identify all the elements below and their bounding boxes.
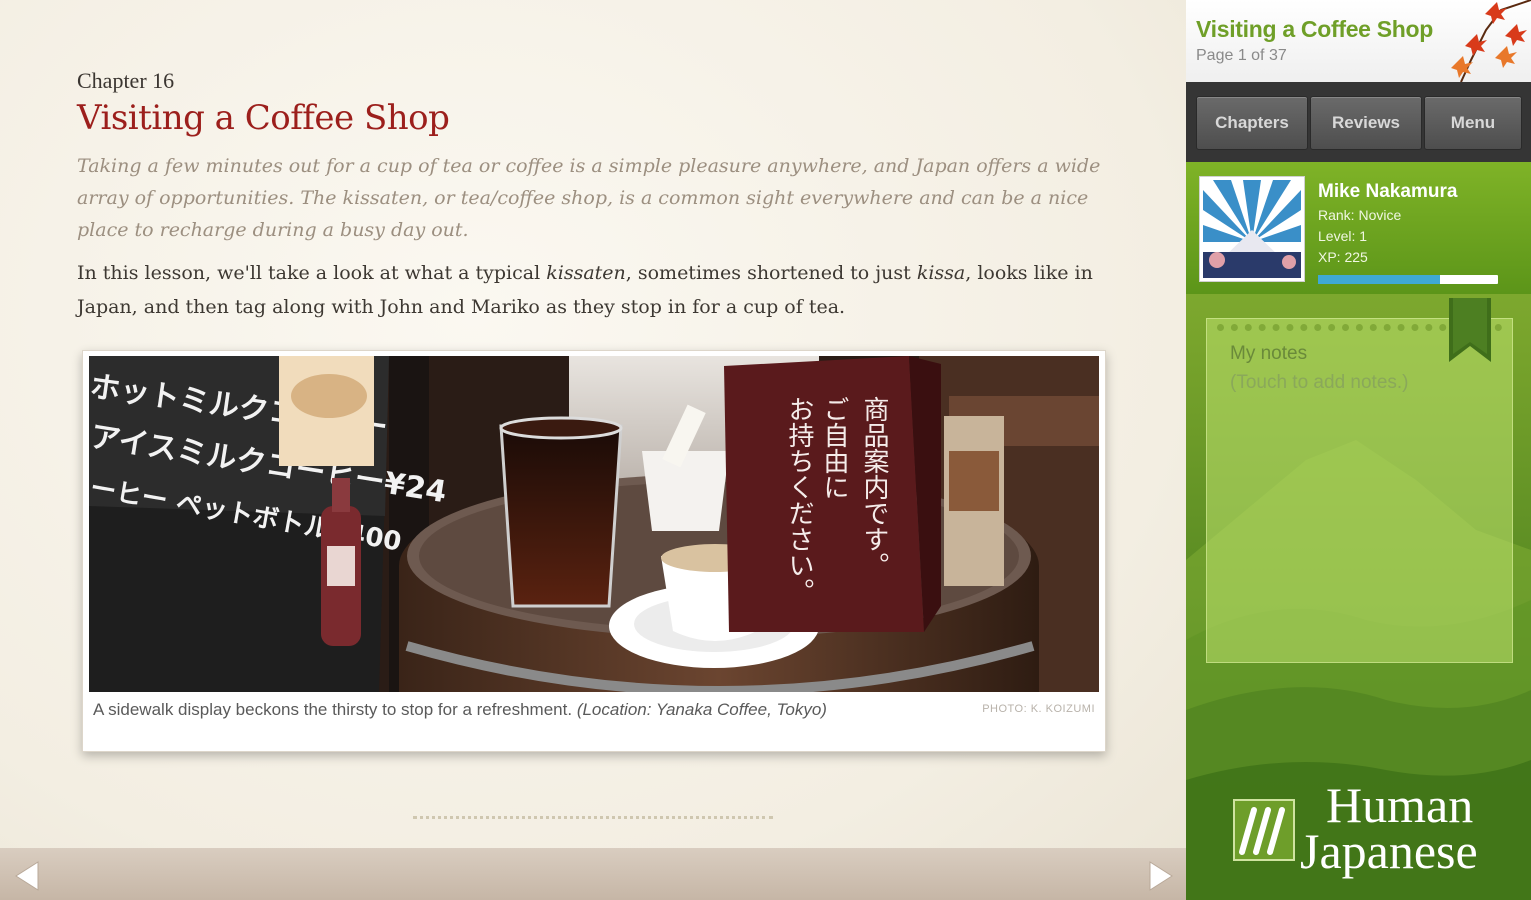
sidebar-header: Visiting a Coffee Shop Page 1 of 37 bbox=[1186, 0, 1531, 82]
coffee-shop-photo[interactable]: ホットミルクコーヒー アイスミルクコーヒー¥24 ーヒー ペットボトル¥400 bbox=[89, 356, 1099, 692]
triangle-right-icon bbox=[1149, 861, 1173, 891]
user-name: Mike Nakamura bbox=[1318, 181, 1458, 202]
lesson-content: Chapter 16 Visiting a Coffee Shop Taking… bbox=[77, 68, 1107, 324]
notes-title: My notes bbox=[1230, 343, 1308, 364]
user-rank: Rank: Novice bbox=[1318, 207, 1402, 223]
triangle-left-icon bbox=[15, 861, 39, 891]
photo-credit: PHOTO: K. KOIZUMI bbox=[982, 703, 1095, 715]
page-divider bbox=[413, 816, 773, 819]
bookmark-icon[interactable] bbox=[1449, 298, 1491, 362]
previous-page-button[interactable] bbox=[10, 858, 46, 894]
page-indicator: Page 1 of 37 bbox=[1196, 47, 1287, 64]
next-page-button[interactable] bbox=[1142, 858, 1178, 894]
notes-placeholder: (Touch to add notes.) bbox=[1230, 372, 1409, 393]
brand-wordmark: Human Japanese bbox=[1300, 777, 1478, 879]
lesson-body: In this lesson, we'll take a look at wha… bbox=[77, 256, 1107, 324]
lesson-body-text: , sometimes shortened to just bbox=[625, 262, 917, 284]
brand-line-2: Japanese bbox=[1300, 823, 1478, 879]
menu-sign-text: お持ちください。 bbox=[784, 396, 814, 604]
tab-reviews[interactable]: Reviews bbox=[1310, 96, 1422, 150]
lesson-intro: Taking a few minutes out for a cup of te… bbox=[77, 155, 1101, 241]
maple-leaves-icon bbox=[1451, 0, 1531, 82]
photo-illustration: ホットミルクコーヒー アイスミルクコーヒー¥24 ーヒー ペットボトル¥400 bbox=[89, 356, 1099, 692]
user-level: Level: 1 bbox=[1318, 228, 1368, 244]
user-profile[interactable]: Mike Nakamura Rank: Novice Level: 1 XP: … bbox=[1186, 162, 1531, 294]
lesson-term-kissaten: kissaten bbox=[546, 262, 626, 284]
xp-progress-fill bbox=[1318, 275, 1441, 284]
xp-progress-bar bbox=[1318, 275, 1498, 284]
sidebar: Visiting a Coffee Shop Page 1 of 37 Chap… bbox=[1186, 0, 1531, 900]
sidebar-lesson-title: Visiting a Coffee Shop bbox=[1196, 16, 1434, 42]
caption-text: A sidewalk display beckons the thirsty t… bbox=[93, 700, 573, 719]
lesson-figure[interactable]: ホットミルクコーヒー アイスミルクコーヒー¥24 ーヒー ペットボトル¥400 bbox=[82, 350, 1106, 752]
lesson-body-text: In this lesson, we'll take a look at wha… bbox=[77, 262, 547, 284]
tab-chapters[interactable]: Chapters bbox=[1196, 96, 1308, 150]
chapter-title: Visiting a Coffee Shop bbox=[77, 98, 450, 138]
user-xp: XP: 225 bbox=[1318, 249, 1368, 265]
chapter-label: Chapter 16 bbox=[77, 68, 175, 93]
rising-sun-avatar-icon bbox=[1203, 180, 1301, 278]
notes-panel[interactable]: My notes (Touch to add notes.) bbox=[1206, 318, 1513, 663]
caption-location: (Location: Yanaka Coffee, Tokyo) bbox=[576, 700, 827, 719]
menu-sign-text: ご自由に bbox=[819, 396, 849, 500]
human-japanese-logo-icon bbox=[1233, 799, 1295, 861]
sidebar-tabs: Chapters Reviews Menu bbox=[1186, 82, 1531, 162]
reading-pane[interactable]: Chapter 16 Visiting a Coffee Shop Taking… bbox=[0, 0, 1186, 900]
tab-menu[interactable]: Menu bbox=[1424, 96, 1522, 150]
lesson-term-kissa: kissa bbox=[916, 262, 966, 284]
app: Chapter 16 Visiting a Coffee Shop Taking… bbox=[0, 0, 1531, 900]
page-nav-bar bbox=[0, 848, 1186, 900]
brand-line-1: Human bbox=[1326, 777, 1474, 833]
avatar[interactable] bbox=[1199, 176, 1305, 282]
figure-caption: A sidewalk display beckons the thirsty t… bbox=[93, 698, 933, 722]
menu-sign-text: 商品案内です。 bbox=[859, 396, 889, 578]
